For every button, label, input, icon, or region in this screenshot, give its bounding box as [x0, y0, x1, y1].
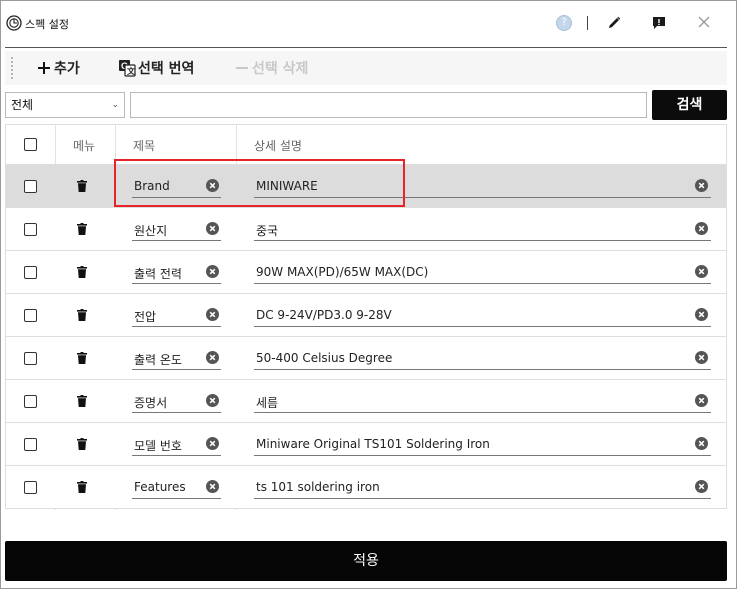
toolbar: 추가 G 文 선택 번역 선택 삭제: [5, 51, 727, 85]
translate-icon: G 文: [119, 60, 136, 77]
delete-selected-button[interactable]: 선택 삭제: [235, 51, 308, 85]
row-checkbox[interactable]: [24, 309, 37, 322]
header-description: 상세 설명: [254, 139, 302, 153]
clear-icon[interactable]: [695, 394, 708, 407]
table-row[interactable]: 전압 DC 9-24V/PD3.0 9-28V: [6, 294, 726, 337]
trash-icon[interactable]: [77, 180, 87, 192]
edit-pencil-icon[interactable]: [606, 15, 622, 31]
translate-selected-button[interactable]: G 文 선택 번역: [118, 51, 194, 85]
description-field-value: 50-400 Celsius Degree: [256, 351, 393, 365]
description-field-value: ts 101 soldering iron: [256, 480, 380, 494]
table-row[interactable]: 원산지 중국: [6, 208, 726, 251]
search-button[interactable]: 검색: [652, 90, 727, 120]
highlight-annotation: [114, 159, 405, 207]
title-field-value: 원산지: [134, 224, 168, 238]
description-field-value: DC 9-24V/PD3.0 9-28V: [256, 308, 392, 322]
title-field[interactable]: 출력 온도: [132, 346, 221, 370]
delete-button-label: 선택 삭제: [252, 61, 309, 77]
svg-text:文: 文: [127, 66, 136, 76]
header-menu: 메뉴: [73, 139, 96, 153]
clear-icon[interactable]: [206, 394, 219, 407]
title-field-value: 출력 전력: [134, 267, 182, 281]
title-field-value: Features: [134, 480, 186, 494]
title-field[interactable]: 전압: [132, 303, 221, 327]
title-field-value: 모델 번호: [134, 439, 182, 453]
clear-icon[interactable]: [206, 437, 219, 450]
trash-icon[interactable]: [77, 223, 87, 235]
trash-icon[interactable]: [77, 266, 87, 278]
title-field-value: 출력 온도: [134, 353, 182, 367]
close-icon[interactable]: [697, 15, 711, 29]
spec-settings-window: 스펙 설정 ? 추가 G 文: [0, 0, 737, 589]
description-field-value: 90W MAX(PD)/65W MAX(DC): [256, 265, 429, 279]
title-field[interactable]: 모델 번호: [132, 432, 221, 456]
title-divider: [5, 47, 727, 48]
help-icon[interactable]: ?: [556, 15, 572, 31]
apply-button[interactable]: 적용: [5, 541, 727, 581]
description-field[interactable]: 중국: [254, 217, 711, 241]
title-field[interactable]: 원산지: [132, 217, 221, 241]
toolbar-grip: [11, 57, 13, 79]
clear-icon[interactable]: [695, 351, 708, 364]
trash-icon[interactable]: [77, 352, 87, 364]
report-icon[interactable]: [651, 15, 667, 31]
plus-icon: [38, 62, 50, 74]
title-field-value: 증명서: [134, 396, 168, 410]
add-button-label: 추가: [54, 61, 80, 77]
trash-icon[interactable]: [77, 395, 87, 407]
row-checkbox[interactable]: [24, 223, 37, 236]
clear-icon[interactable]: [206, 265, 219, 278]
table-row[interactable]: Features ts 101 soldering iron: [6, 466, 726, 509]
trash-icon[interactable]: [77, 481, 87, 493]
select-all-checkbox[interactable]: [24, 138, 37, 151]
header-title: 제목: [133, 139, 156, 153]
window-title: 스펙 설정: [25, 18, 69, 31]
title-field-value: 전압: [134, 310, 157, 324]
description-field[interactable]: ts 101 soldering iron: [254, 475, 711, 499]
row-checkbox[interactable]: [24, 481, 37, 494]
clear-icon[interactable]: [695, 179, 708, 192]
title-separator: [587, 16, 588, 30]
table-row[interactable]: 증명서 세름: [6, 380, 726, 423]
chevron-down-icon: ⌄: [111, 100, 119, 110]
row-checkbox[interactable]: [24, 438, 37, 451]
title-field[interactable]: Features: [132, 475, 221, 499]
clear-icon[interactable]: [695, 222, 708, 235]
row-checkbox[interactable]: [24, 266, 37, 279]
category-select-value: 전체: [11, 98, 34, 112]
clear-icon[interactable]: [206, 480, 219, 493]
description-field[interactable]: 세름: [254, 389, 711, 413]
clear-icon[interactable]: [695, 437, 708, 450]
description-field-value: 세름: [256, 396, 279, 410]
title-field[interactable]: 출력 전력: [132, 260, 221, 284]
translate-button-label: 선택 번역: [138, 61, 195, 77]
search-input[interactable]: [130, 92, 647, 118]
clear-icon[interactable]: [695, 480, 708, 493]
row-checkbox[interactable]: [24, 352, 37, 365]
table-row[interactable]: 출력 전력 90W MAX(PD)/65W MAX(DC): [6, 251, 726, 294]
row-checkbox[interactable]: [24, 395, 37, 408]
description-field[interactable]: Miniware Original TS101 Soldering Iron: [254, 432, 711, 456]
title-field[interactable]: 증명서: [132, 389, 221, 413]
clear-icon[interactable]: [695, 265, 708, 278]
title-bar: 스펙 설정 ?: [1, 1, 736, 47]
category-select[interactable]: 전체 ⌄: [5, 92, 125, 118]
clear-icon[interactable]: [206, 351, 219, 364]
description-field[interactable]: 90W MAX(PD)/65W MAX(DC): [254, 260, 711, 284]
trash-icon[interactable]: [77, 309, 87, 321]
row-checkbox[interactable]: [24, 180, 37, 193]
description-field[interactable]: 50-400 Celsius Degree: [254, 346, 711, 370]
clear-icon[interactable]: [206, 222, 219, 235]
clear-icon[interactable]: [695, 308, 708, 321]
description-field-value: 중국: [256, 224, 279, 238]
table-row[interactable]: 출력 온도 50-400 Celsius Degree: [6, 337, 726, 380]
description-field[interactable]: DC 9-24V/PD3.0 9-28V: [254, 303, 711, 327]
table-row[interactable]: 모델 번호 Miniware Original TS101 Soldering …: [6, 423, 726, 466]
minus-icon: [236, 67, 248, 69]
trash-icon[interactable]: [77, 438, 87, 450]
clear-icon[interactable]: [206, 308, 219, 321]
app-logo-icon: [6, 15, 22, 31]
description-field-value: Miniware Original TS101 Soldering Iron: [256, 437, 490, 451]
add-button[interactable]: 추가: [37, 51, 80, 85]
